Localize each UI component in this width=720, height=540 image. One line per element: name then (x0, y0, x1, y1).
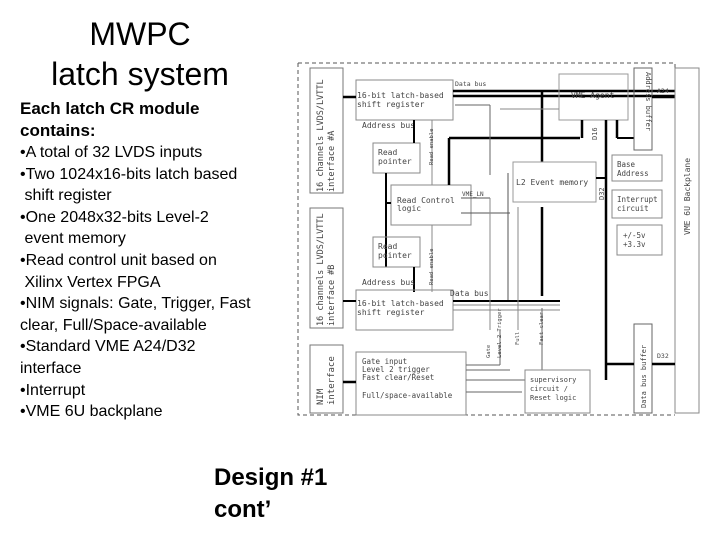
interrupt-label: Interrupt (617, 195, 658, 204)
shift-register-bottom-label-2: shift register (357, 308, 425, 317)
interface-a-label-2: interface #A (327, 131, 337, 192)
full-label: Full (515, 332, 521, 345)
supervisory-label-3: Reset logic (530, 394, 576, 402)
read-enable-top-label: Read enable (429, 129, 435, 165)
address-bus-top-label: Address bus (362, 121, 415, 130)
read-enable-bot-label: Read enable (429, 249, 435, 285)
data-bus-buffer-label: Data bus buffer (640, 345, 648, 408)
base-address-label-2: Address (617, 169, 649, 178)
shift-register-top-label: 16-bit latch-based (357, 91, 444, 100)
read-pointer-bottom-label-2: pointer (378, 251, 412, 260)
nim-fast-clear: Fast clear/Reset (362, 373, 434, 382)
power-label-2: +3.3v (623, 240, 646, 249)
shift-register-bottom-label: 16-bit latch-based (357, 299, 444, 308)
supervisory-label: supervisory (530, 376, 576, 384)
interface-b-label: 16 channels LVDS/LVTTL (316, 213, 326, 326)
block-diagram: 16 channels LVDS/LVTTL interface #A 16 c… (297, 62, 700, 416)
vme-backplane (674, 67, 700, 414)
event-memory-label: L2 Event memory (516, 178, 588, 187)
interface-b-label-2: interface #B (327, 265, 337, 326)
address-buffer-label: Address buffer (644, 72, 652, 131)
read-pointer-top-label: Read (378, 148, 397, 157)
read-control-label-2: logic (397, 204, 421, 213)
vme-ln-label: VME_LN (462, 191, 484, 198)
vme-agent-label: VME Agent (571, 91, 615, 100)
supervisory-label-2: circuit / (530, 385, 568, 393)
d32-bus-label: D32 (657, 352, 669, 360)
nim-interface-label: NIM (316, 388, 326, 405)
module-boundary (297, 62, 676, 416)
a24-label: A24 (657, 87, 669, 95)
data-bus-top-label: Data bus (455, 80, 486, 88)
interface-a-label: 16 channels LVDS/LVTTL (316, 79, 326, 192)
address-bus-bot-label: Address bus (362, 278, 415, 287)
shift-register-top-label-2: shift register (357, 100, 425, 109)
interrupt-label-2: circuit (617, 204, 649, 213)
power-label: +/-5v (623, 231, 646, 240)
read-pointer-top-label-2: pointer (378, 157, 412, 166)
gate-label: Gate (486, 345, 492, 358)
level2-trigger-label: Level 2 Trigger (497, 308, 503, 358)
nim-full-space: Full/space-available (362, 391, 453, 400)
d16-label: D16 (591, 127, 599, 140)
d32-mem-label: D32 (598, 187, 606, 200)
data-bus-bot-label: Data bus (450, 289, 489, 298)
base-address-label: Base (617, 160, 636, 169)
read-pointer-bottom-label: Read (378, 242, 397, 251)
vme-backplane-label: VME 6U Backplane (683, 158, 692, 235)
nim-interface-label-2: interface (327, 356, 337, 405)
